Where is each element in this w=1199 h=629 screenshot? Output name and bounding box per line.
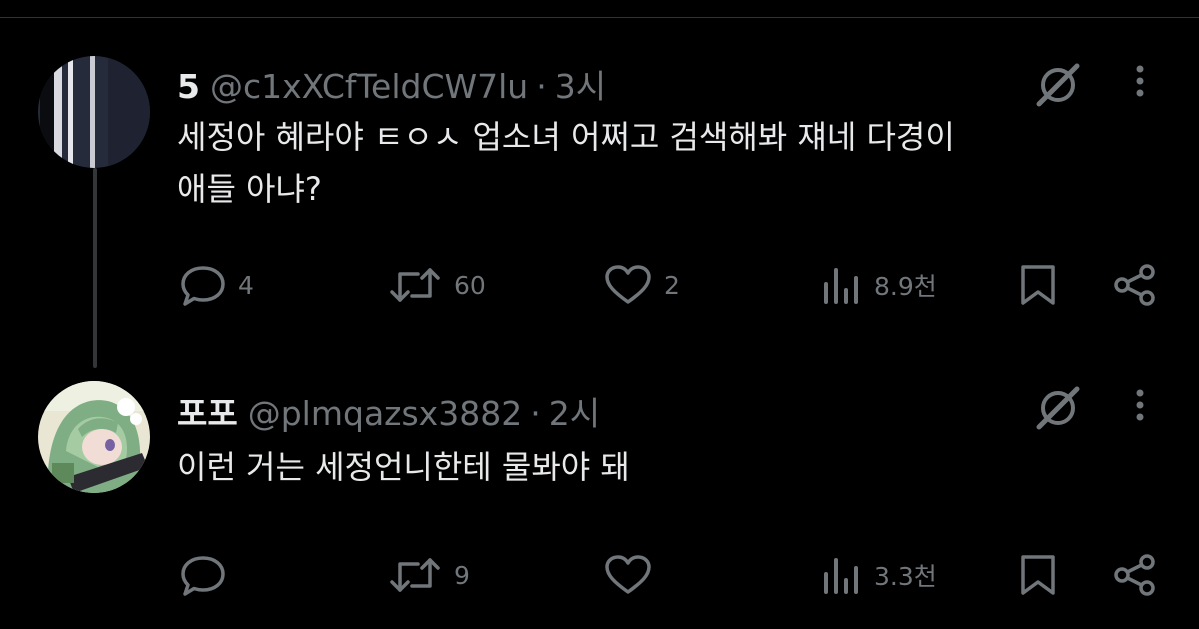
reply-button[interactable]: 4: [180, 264, 254, 306]
tweet-header: 5 @c1xXCfTeldCW7lu · 3시: [177, 60, 606, 108]
views-button[interactable]: 3.3천: [822, 554, 937, 596]
bookmark-button[interactable]: [1018, 553, 1058, 597]
thread-connector-line: [93, 168, 97, 368]
tweet-text-line: 세정아 혜라야 ㅌㅇㅅ 업소녀 어쩌고 검색해봐 쟤네 다경이: [177, 118, 955, 156]
like-button[interactable]: [604, 554, 664, 596]
like-button[interactable]: 2: [604, 264, 680, 306]
avatar[interactable]: [38, 56, 150, 168]
grok-button[interactable]: [1035, 62, 1081, 108]
reply-button[interactable]: [180, 554, 238, 596]
comment-bubble-icon: [181, 556, 225, 596]
separator-dot: ·: [536, 67, 547, 106]
views-button[interactable]: 8.9천: [822, 264, 937, 306]
view-count: 8.9천: [874, 272, 937, 301]
separator-dot: ·: [530, 394, 541, 433]
share-icon: [1114, 554, 1155, 596]
grok-slash-icon: [1036, 386, 1080, 430]
heart-icon: [605, 555, 651, 594]
bookmark-icon: [1021, 555, 1055, 595]
grok-button[interactable]: [1035, 385, 1081, 431]
share-button[interactable]: [1113, 263, 1157, 307]
bar-chart-icon: [824, 268, 858, 304]
share-button[interactable]: [1113, 553, 1157, 597]
bookmark-button[interactable]: [1018, 263, 1058, 307]
avatar[interactable]: [38, 381, 150, 493]
repost-arrows-icon: [390, 268, 440, 302]
timeline: 5 @c1xXCfTeldCW7lu · 3시 세정아 혜라야 ㅌㅇㅅ 업소녀 …: [0, 0, 1199, 629]
reply-count: 4: [238, 270, 254, 300]
tweet-text: 이런 거는 세정언니한테 물봐야 돼: [177, 441, 630, 493]
tweet-text: 세정아 혜라야 ㅌㅇㅅ 업소녀 어쩌고 검색해봐 쟤네 다경이 애들 아냐?: [177, 111, 955, 215]
tweet-text-line: 애들 아냐?: [177, 170, 322, 208]
repost-arrows-icon: [390, 558, 440, 592]
timestamp[interactable]: 3시: [555, 60, 606, 108]
share-icon: [1114, 264, 1155, 306]
grok-slash-icon: [1036, 63, 1080, 107]
repost-count: 9: [454, 560, 470, 590]
bar-chart-icon: [824, 558, 858, 594]
more-dots-icon: [1136, 65, 1144, 97]
repost-button[interactable]: 9: [388, 554, 470, 596]
bookmark-icon: [1021, 265, 1055, 305]
view-count: 3.3천: [874, 562, 937, 591]
timestamp[interactable]: 2시: [549, 387, 600, 435]
display-name[interactable]: 5: [177, 67, 200, 106]
more-button[interactable]: [1130, 387, 1150, 427]
like-count: 2: [664, 270, 680, 300]
more-dots-icon: [1136, 389, 1144, 421]
tweet-header: 포포 @plmqazsx3882 · 2시: [177, 387, 600, 435]
user-handle[interactable]: @c1xXCfTeldCW7lu: [210, 67, 528, 106]
repost-count: 60: [454, 270, 486, 300]
comment-bubble-icon: [181, 266, 225, 306]
tweet-text-line: 이런 거는 세정언니한테 물봐야 돼: [177, 448, 630, 486]
top-divider: [0, 17, 1199, 18]
user-handle[interactable]: @plmqazsx3882: [248, 394, 522, 433]
heart-icon: [605, 265, 651, 304]
more-button[interactable]: [1130, 63, 1150, 103]
repost-button[interactable]: 60: [388, 264, 486, 306]
display-name[interactable]: 포포: [177, 387, 238, 435]
